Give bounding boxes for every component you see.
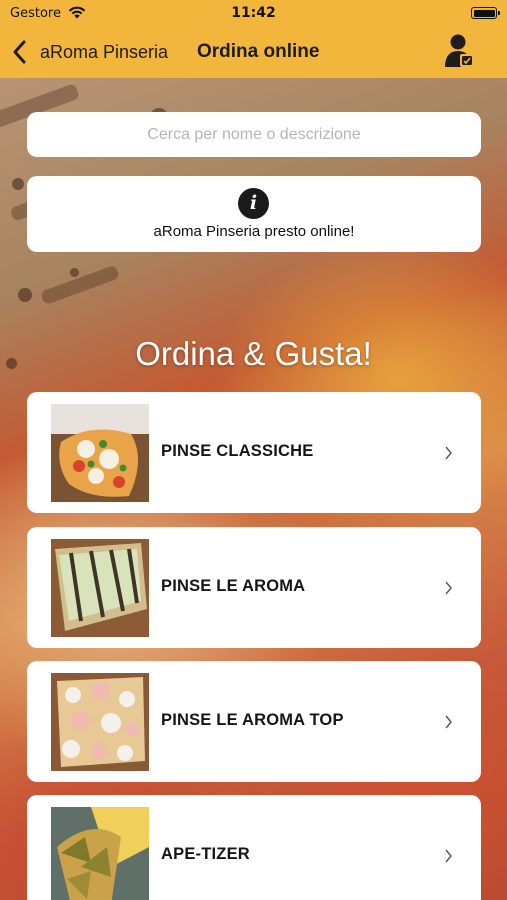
category-thumbnail bbox=[51, 807, 149, 900]
top-bar: Gestore 11:42 aRoma Pinseria Ordina onli… bbox=[0, 0, 507, 78]
category-thumbnail bbox=[51, 673, 149, 771]
category-label: PINSE CLASSICHE bbox=[161, 442, 314, 460]
status-time: 11:42 bbox=[231, 5, 276, 21]
back-button-label: aRoma Pinseria bbox=[40, 41, 169, 62]
category-thumbnail bbox=[51, 539, 149, 637]
category-label: PINSE LE AROMA TOP bbox=[161, 711, 344, 729]
category-label: PINSE LE AROMA bbox=[161, 577, 306, 595]
chevron-right-icon bbox=[445, 715, 452, 729]
category-label: APE-TIZER bbox=[161, 845, 250, 863]
info-icon: i bbox=[238, 188, 269, 219]
page-title: Ordina online bbox=[197, 41, 320, 62]
search-input[interactable] bbox=[27, 112, 481, 157]
category-card[interactable]: PINSE LE AROMA TOP bbox=[27, 661, 481, 782]
category-thumbnail bbox=[51, 404, 149, 502]
category-card[interactable]: APE-TIZER bbox=[27, 795, 481, 900]
info-message: aRoma Pinseria presto online! bbox=[153, 223, 355, 240]
info-card: i aRoma Pinseria presto online! bbox=[27, 176, 481, 252]
battery-icon bbox=[471, 7, 500, 19]
navigation-bar: aRoma Pinseria Ordina online bbox=[0, 30, 507, 76]
chevron-right-icon bbox=[445, 446, 452, 460]
user-account-icon[interactable] bbox=[443, 33, 477, 69]
chevron-left-icon bbox=[13, 40, 26, 64]
back-button[interactable]: aRoma Pinseria bbox=[10, 36, 168, 68]
status-bar: Gestore 11:42 bbox=[0, 0, 507, 26]
chevron-right-icon bbox=[445, 581, 452, 595]
category-card[interactable]: PINSE CLASSICHE bbox=[27, 392, 481, 513]
headline: Ordina & Gusta! bbox=[135, 335, 372, 372]
category-card[interactable]: PINSE LE AROMA bbox=[27, 527, 481, 648]
chevron-right-icon bbox=[445, 849, 452, 863]
